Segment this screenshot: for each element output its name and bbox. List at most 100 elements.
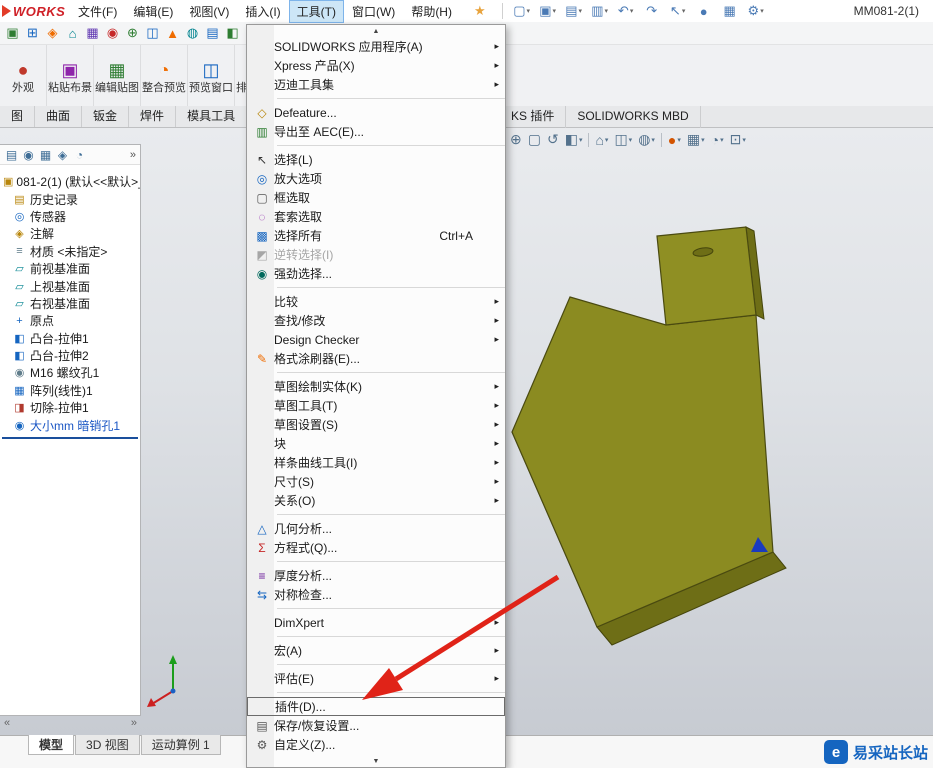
tree-item[interactable]: ◉M16 螺纹孔1	[0, 364, 140, 381]
menubar-item[interactable]: 插入(I)	[237, 0, 288, 23]
toolbar-icon[interactable]: ◈	[43, 24, 62, 42]
document-tab[interactable]: 模型	[28, 735, 74, 755]
menubar-item[interactable]: 工具(T)	[289, 0, 344, 23]
menu-item[interactable]: Design Checker▸	[247, 330, 505, 349]
toolbar-icon[interactable]: ⊕	[123, 24, 142, 42]
panel-collapse-button[interactable]: «	[4, 717, 10, 729]
menu-item[interactable]: ▢框选取	[247, 188, 505, 207]
toolbar-icon[interactable]: ◧	[223, 24, 242, 42]
menubar-item[interactable]: 视图(V)	[181, 0, 237, 23]
document-tab[interactable]: 3D 视图	[75, 735, 140, 755]
ribbon-tab[interactable]: 图	[0, 106, 35, 127]
appearance-button[interactable]: ●外观	[0, 45, 47, 106]
tree-item[interactable]: ▤历史记录	[0, 190, 140, 207]
toolbar-icon[interactable]: ▲	[163, 24, 182, 42]
preview-window-button[interactable]: ◫预览窗口	[188, 45, 235, 106]
menu-item[interactable]: 块▸	[247, 434, 505, 453]
undo-icon[interactable]: ↶▾	[615, 2, 637, 20]
tree-item[interactable]: ▦阵列(线性)1	[0, 382, 140, 399]
menu-item[interactable]: ◎放大选项	[247, 169, 505, 188]
menu-item[interactable]: 关系(O)▸	[247, 491, 505, 510]
configurationmanager-tab-icon[interactable]: ▦	[37, 147, 54, 163]
pin-star-icon[interactable]: ★	[474, 3, 486, 19]
menu-item[interactable]: 插件(D)...	[247, 697, 505, 716]
options-icon[interactable]: ⚙▾	[745, 2, 767, 20]
toolbar-icon[interactable]: ▦	[83, 24, 102, 42]
zoom-fit-icon[interactable]: ⊕	[510, 131, 522, 148]
menu-item[interactable]: △几何分析...	[247, 519, 505, 538]
menu-item[interactable]: Σ方程式(Q)...	[247, 538, 505, 557]
menubar-item[interactable]: 编辑(E)	[125, 0, 181, 23]
view-settings-icon[interactable]: ◔▾	[711, 132, 724, 148]
toolbar-icon[interactable]: ▤	[203, 24, 222, 42]
panel-expand-button[interactable]: »	[131, 717, 137, 729]
ribbon-tab[interactable]: 焊件	[129, 106, 176, 127]
display-style-icon[interactable]: ◫▾	[614, 131, 632, 148]
tree-item[interactable]: ▱右视基准面	[0, 295, 140, 312]
new-document-icon[interactable]: ▢▾	[511, 2, 533, 20]
toolbar-icon[interactable]: ⊞	[23, 24, 42, 42]
menu-item[interactable]: ⇆对称检查...	[247, 585, 505, 604]
toolbar-icon[interactable]: ◫	[143, 24, 162, 42]
ribbon-tab[interactable]: 钣金	[82, 106, 129, 127]
panel-fly-out-button[interactable]: »	[130, 149, 140, 161]
ribbon-tab[interactable]: 曲面	[35, 106, 82, 127]
tree-item[interactable]: ◉大小mm 暗销孔1	[0, 416, 140, 433]
toolbar-icon[interactable]: ◉	[103, 24, 122, 42]
menu-item[interactable]: 样条曲线工具(I)▸	[247, 453, 505, 472]
toolbar-icon[interactable]: ⌂	[63, 24, 82, 42]
menu-item[interactable]: Xpress 产品(X)▸	[247, 56, 505, 75]
menubar-item[interactable]: 帮助(H)	[403, 0, 460, 23]
ribbon-tab[interactable]: SOLIDWORKS MBD	[566, 106, 700, 128]
tree-item[interactable]: ▣081-2(1) (默认<<默认>_5	[0, 173, 140, 190]
save-icon[interactable]: ▤▾	[563, 2, 585, 20]
view-orientation-icon[interactable]: ⌂▾	[595, 132, 608, 148]
displaymanager-tab-icon[interactable]: ◔	[71, 147, 88, 163]
monitor-icon[interactable]: ⊡▾	[730, 131, 746, 148]
menu-item[interactable]: 宏(A)▸	[247, 641, 505, 660]
menu-scroll-down-icon[interactable]: ▼	[247, 755, 505, 767]
menu-item[interactable]: SOLIDWORKS 应用程序(A)▸	[247, 37, 505, 56]
menu-item[interactable]: ≡厚度分析...	[247, 566, 505, 585]
menu-item[interactable]: ◉强劲选择...	[247, 264, 505, 283]
tree-item[interactable]: ◈注解	[0, 225, 140, 242]
featuremanager-tab-icon[interactable]: ▤	[3, 147, 20, 163]
paste-scene-button[interactable]: ▣粘贴布景	[47, 45, 94, 106]
previous-view-icon[interactable]: ↺	[547, 131, 559, 148]
menubar-item[interactable]: 窗口(W)	[344, 0, 403, 23]
select-icon[interactable]: ↖▾	[667, 2, 689, 20]
menu-item[interactable]: 查找/修改▸	[247, 311, 505, 330]
menu-item[interactable]: ▥导出至 AEC(E)...	[247, 122, 505, 141]
menu-item[interactable]: ◇Defeature...	[247, 103, 505, 122]
menu-item[interactable]: 草图设置(S)▸	[247, 415, 505, 434]
integrated-preview-button[interactable]: ◔整合预览	[141, 45, 188, 106]
menu-item[interactable]: DimXpert▸	[247, 613, 505, 632]
document-tab[interactable]: 运动算例 1	[141, 735, 221, 755]
menu-item[interactable]: ◌套索选取	[247, 207, 505, 226]
propertymanager-tab-icon[interactable]: ◉	[20, 147, 37, 163]
file-properties-icon[interactable]: ▦	[719, 2, 741, 20]
menu-item[interactable]: 草图工具(T)▸	[247, 396, 505, 415]
menu-item[interactable]: ↖选择(L)	[247, 150, 505, 169]
edit-appearance-icon[interactable]: ●▾	[668, 132, 681, 148]
menubar-item[interactable]: 文件(F)	[70, 0, 125, 23]
menu-item[interactable]: ⚙自定义(Z)...	[247, 735, 505, 754]
menu-item[interactable]: ▤保存/恢复设置...	[247, 716, 505, 735]
tree-item[interactable]: +原点	[0, 312, 140, 329]
menu-item[interactable]: 尺寸(S)▸	[247, 472, 505, 491]
menu-item[interactable]: 比较▸	[247, 292, 505, 311]
menu-item[interactable]: 草图绘制实体(K)▸	[247, 377, 505, 396]
print-icon[interactable]: ▥▾	[589, 2, 611, 20]
tree-item[interactable]: ◨切除-拉伸1	[0, 399, 140, 416]
menu-scroll-up-icon[interactable]: ▲	[247, 25, 505, 37]
toolbar-icon[interactable]: ◍	[183, 24, 202, 42]
ribbon-tab[interactable]: 模具工具	[176, 106, 247, 127]
toolbar-icon[interactable]: ▣	[3, 24, 22, 42]
tree-item[interactable]: ◧凸台-拉伸2	[0, 347, 140, 364]
tree-item[interactable]: ≡材质 <未指定>	[0, 243, 140, 260]
section-view-icon[interactable]: ◧▾	[565, 131, 583, 148]
menu-item[interactable]: 迈迪工具集▸	[247, 75, 505, 94]
menu-item[interactable]: ▩选择所有Ctrl+A	[247, 226, 505, 245]
menu-item[interactable]: 评估(E)▸	[247, 669, 505, 688]
apply-scene-icon[interactable]: ▦▾	[687, 131, 705, 148]
